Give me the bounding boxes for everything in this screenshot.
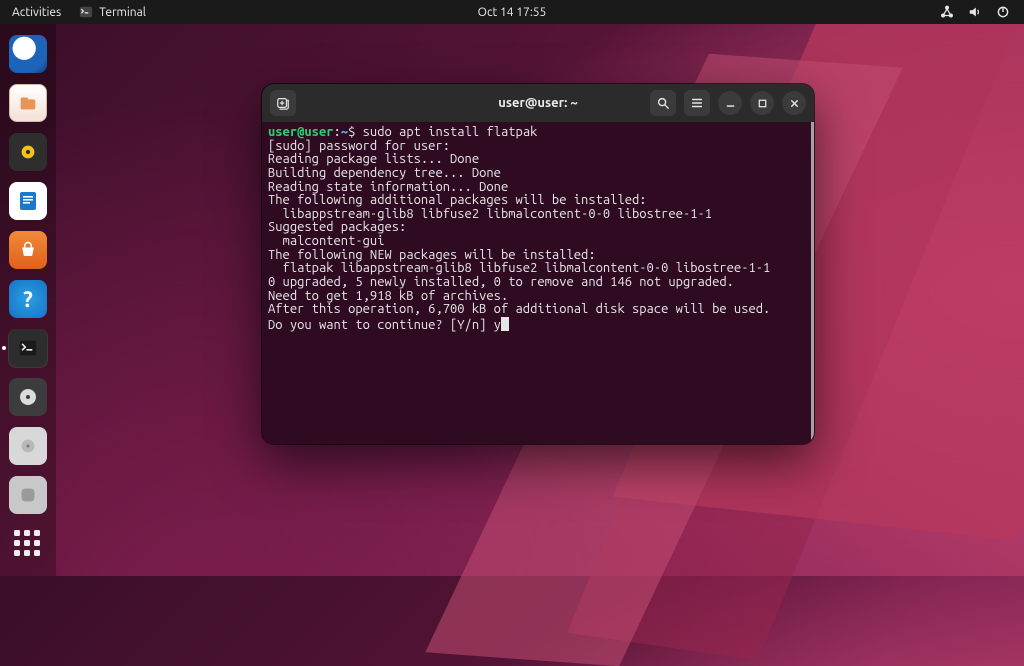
terminal-viewport[interactable]: user@user:~$ sudo apt install flatpak [s… — [262, 122, 814, 444]
show-applications[interactable] — [8, 525, 48, 564]
dock-app-disc[interactable] — [8, 378, 48, 417]
files-icon — [9, 84, 47, 122]
close-button[interactable] — [782, 91, 806, 115]
dock-app-disks[interactable] — [8, 427, 48, 466]
network-icon[interactable] — [940, 5, 954, 19]
thunderbird-icon — [9, 35, 47, 73]
dock-app-terminal[interactable] — [8, 329, 48, 368]
dock-app-rhythmbox[interactable] — [8, 132, 48, 171]
volume-icon[interactable] — [968, 5, 982, 19]
close-icon — [789, 98, 800, 109]
running-indicator — [2, 346, 6, 350]
disc-icon — [9, 378, 47, 416]
search-icon — [656, 96, 670, 110]
dock-app-files[interactable] — [8, 83, 48, 122]
terminal-icon — [9, 329, 47, 367]
disk-utility-icon — [9, 427, 47, 465]
hamburger-icon — [690, 96, 704, 110]
libreoffice-writer-icon — [9, 182, 47, 220]
terminal-output: user@user:~$ sudo apt install flatpak [s… — [262, 122, 811, 333]
dock-app-writer[interactable] — [8, 181, 48, 220]
search-button[interactable] — [650, 90, 676, 116]
terminal-small-icon — [79, 5, 93, 19]
dock: ? — [0, 24, 56, 576]
software-icon — [9, 231, 47, 269]
new-tab-button[interactable] — [270, 90, 296, 116]
help-icon: ? — [9, 280, 47, 318]
app-menu[interactable]: Terminal — [79, 5, 146, 19]
maximize-button[interactable] — [750, 91, 774, 115]
top-panel: Activities Terminal Oct 14 17:55 — [0, 0, 1024, 24]
minimize-button[interactable] — [718, 91, 742, 115]
minimize-icon — [725, 98, 736, 109]
dock-app-thunderbird[interactable] — [8, 34, 48, 73]
maximize-icon — [757, 98, 768, 109]
activities-label: Activities — [12, 6, 61, 19]
clock[interactable]: Oct 14 17:55 — [478, 6, 547, 19]
window-title: user@user: ~ — [498, 96, 578, 110]
power-icon[interactable] — [996, 5, 1010, 19]
new-tab-icon — [276, 96, 290, 110]
rhythmbox-icon — [9, 133, 47, 171]
device-icon — [9, 476, 47, 514]
app-menu-label: Terminal — [99, 6, 146, 19]
window-titlebar[interactable]: user@user: ~ — [262, 84, 814, 122]
apps-grid-icon — [14, 530, 42, 558]
dock-app-help[interactable]: ? — [8, 279, 48, 318]
terminal-window: user@user: ~ user@user:~$ sudo apt insta… — [262, 84, 814, 444]
activities-button[interactable]: Activities — [12, 6, 61, 19]
dock-app-device[interactable] — [8, 476, 48, 515]
hamburger-button[interactable] — [684, 90, 710, 116]
dock-app-software[interactable] — [8, 230, 48, 269]
